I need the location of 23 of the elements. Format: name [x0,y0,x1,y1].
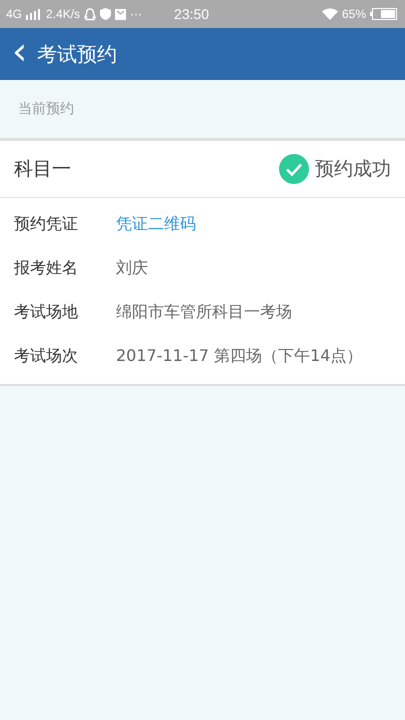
more-indicator: ··· [130,7,142,21]
battery-icon [370,8,397,20]
qr-code-link[interactable]: 凭证二维码 [116,214,196,234]
back-button[interactable]: ‹ [0,32,38,76]
field-value: 刘庆 [116,258,148,278]
field-label: 考试场次 [14,346,79,366]
field-value: 2017-11-17 第四场（下午14点） [116,346,362,366]
subject-name: 科目一 [14,157,71,182]
field-label: 考试场地 [14,302,79,322]
field-label: 报考姓名 [14,258,79,278]
field-value: 绵阳市车管所科目一考场 [116,302,292,322]
penguin-icon [84,8,96,20]
signal-icon [26,8,42,20]
mail-icon [115,8,126,20]
network-type: 4G [6,7,22,21]
wifi-icon [322,8,338,20]
booking-status: 预约成功 [315,157,391,182]
shield-icon [100,8,112,20]
field-label: 预约凭证 [14,214,79,234]
network-speed: 2.4K/s [46,7,80,21]
battery-percent: 65% [342,7,366,21]
page-title: 考试预约 [37,40,118,68]
clock: 23:50 [174,6,210,22]
